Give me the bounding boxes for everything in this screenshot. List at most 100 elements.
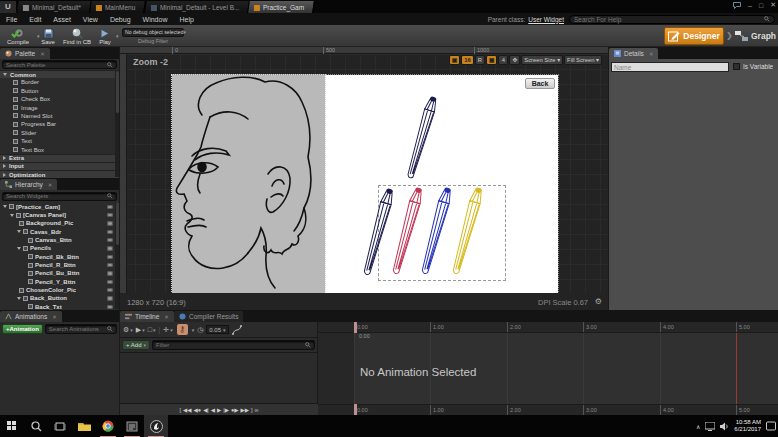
visibility-eye-icon[interactable]	[107, 246, 113, 251]
snap-clock-icon[interactable]: ◷	[197, 326, 203, 334]
animations-search-input[interactable]: Search Animations	[45, 324, 117, 334]
tab-hierarchy[interactable]: Hierarchy✕	[0, 179, 57, 190]
close-icon[interactable]: ✕	[164, 314, 169, 320]
curve-editor-icon[interactable]	[232, 325, 242, 335]
close-icon[interactable]: ✕	[649, 51, 654, 57]
obs-button[interactable]	[120, 415, 144, 437]
close-button[interactable]: ✕	[770, 1, 776, 9]
network-icon[interactable]	[705, 422, 715, 431]
tab-palette[interactable]: Palette✕	[0, 48, 50, 59]
feedback-icon[interactable]	[733, 2, 741, 9]
visibility-eye-icon[interactable]	[107, 230, 113, 235]
playback-options-icon[interactable]: ▶▾	[136, 326, 145, 334]
menu-file[interactable]: File	[0, 16, 23, 23]
palette-item[interactable]: Text	[0, 137, 119, 145]
window-tab-1[interactable]: MainMenu	[90, 1, 146, 13]
hierarchy-row[interactable]: Pencil_Bu_Bttn	[0, 269, 119, 277]
move-tool-button[interactable]: ✥	[509, 55, 520, 65]
taskbar-clock[interactable]: 10:58 AM6/21/2017	[734, 419, 761, 433]
snap-interval-dropdown[interactable]: 0.05▾	[206, 325, 228, 334]
playhead-marker[interactable]	[354, 404, 357, 415]
minimize-button[interactable]: –	[748, 2, 752, 9]
palette-item[interactable]: Check Box	[0, 95, 119, 103]
visibility-eye-icon[interactable]	[107, 305, 113, 310]
debug-object-dropdown[interactable]: No debug object selected▾	[122, 28, 184, 37]
menu-edit[interactable]: Edit	[23, 16, 47, 23]
hierarchy-row[interactable]: Back_Button	[0, 294, 119, 302]
menu-asset[interactable]: Asset	[47, 16, 77, 23]
widget-canvas[interactable]: Back .pline{stroke:currentColor;fill:non…	[172, 75, 558, 293]
track-filter-input[interactable]: Filter	[152, 340, 315, 350]
close-icon[interactable]: ✕	[48, 182, 53, 188]
palette-item[interactable]: Slider	[0, 129, 119, 137]
hierarchy-row[interactable]: Pencil_R_Bttn	[0, 261, 119, 269]
parent-class-value[interactable]: User Widget	[528, 16, 564, 23]
anchor-button[interactable]: ▣	[449, 55, 460, 65]
screen-size-dropdown[interactable]: Screen Size ▾	[521, 55, 563, 65]
auto-key-button[interactable]: ⚷	[176, 323, 189, 336]
maximize-button[interactable]: □	[759, 2, 763, 9]
palette-section-input[interactable]: Input	[0, 162, 119, 170]
unreal-editor-button[interactable]	[144, 415, 168, 437]
close-icon[interactable]: ✕	[52, 314, 57, 320]
playback-controls[interactable]: [◀◀◀●◀|◀▶|▶●▶▶▶]∞	[120, 403, 318, 415]
help-search-input[interactable]: Search For Help	[569, 15, 775, 25]
palette-item[interactable]: Border	[0, 78, 119, 86]
file-explorer-button[interactable]	[72, 415, 96, 437]
notifications-icon[interactable]	[766, 421, 776, 431]
palette-item[interactable]: Button	[0, 87, 119, 95]
window-tab-3[interactable]: Practice_Gam	[248, 1, 315, 13]
tray-chevron-icon[interactable]: ∧	[696, 423, 700, 430]
add-animation-button[interactable]: +Animation	[2, 324, 43, 334]
visibility-eye-icon[interactable]	[107, 221, 113, 226]
play-options-dropdown[interactable]: ▾	[116, 33, 119, 39]
window-tab-2[interactable]: Minimal_Default - Level B...	[145, 1, 250, 13]
hierarchy-row[interactable]: [Practice_Gam]	[0, 203, 119, 211]
hierarchy-row[interactable]: Back_Txt	[0, 303, 119, 310]
palette-scrollbar[interactable]	[115, 71, 119, 177]
sequencer-options-icon[interactable]: ⚙▾	[123, 326, 133, 334]
compile-button[interactable]: Compile	[2, 27, 34, 45]
menu-help[interactable]: Help	[173, 16, 199, 23]
visibility-eye-icon[interactable]	[107, 280, 113, 285]
timeline-ruler-bottom[interactable]: 0.001.002.003.004.005.00	[318, 404, 778, 415]
visibility-eye-icon[interactable]	[107, 213, 113, 218]
name-input[interactable]: Name	[611, 62, 729, 73]
menu-view[interactable]: View	[77, 16, 104, 23]
snap-value-button[interactable]: 4	[498, 55, 508, 65]
menu-window[interactable]: Window	[137, 16, 174, 23]
palette-item[interactable]: Named Slot	[0, 112, 119, 120]
hierarchy-row[interactable]: Pencil_Y_Bttn	[0, 278, 119, 286]
window-tab-0[interactable]: Minimal_Default*	[17, 1, 92, 13]
designer-viewport[interactable]: 05001000 Zoom -2 ▣ 16 R ▦ 4 ✥ Screen Siz…	[120, 47, 608, 310]
hierarchy-row[interactable]: ChosenColor_Pic	[0, 286, 119, 294]
volume-icon[interactable]	[720, 422, 729, 431]
playhead-marker[interactable]	[354, 322, 357, 333]
graph-mode-button[interactable]: Graph	[733, 27, 778, 45]
hierarchy-row[interactable]: Pencil_Bk_Bttn	[0, 253, 119, 261]
rotation-button[interactable]: R	[475, 55, 485, 65]
chrome-button[interactable]	[96, 415, 120, 437]
start-button[interactable]	[0, 415, 24, 437]
is-variable-checkbox[interactable]	[733, 63, 740, 70]
hierarchy-search-input[interactable]: Search Widgets	[2, 192, 117, 202]
hierarchy-row[interactable]: Canvas_Bttn	[0, 236, 119, 244]
visibility-eye-icon[interactable]	[107, 288, 113, 293]
hierarchy-scrollbar[interactable]	[115, 202, 119, 309]
tab-animations[interactable]: Animations✕	[0, 311, 62, 322]
grid-snap-button[interactable]: 16	[461, 55, 473, 65]
range-options-icon[interactable]: □▾	[148, 326, 156, 333]
visibility-eye-icon[interactable]	[107, 271, 113, 276]
taskbar-search-button[interactable]	[24, 415, 48, 437]
gear-icon[interactable]: ⚙	[595, 297, 602, 306]
fill-screen-dropdown[interactable]: Fill Screen ▾	[564, 55, 602, 65]
timeline-ruler-top[interactable]: 0.001.002.003.004.005.00	[318, 322, 778, 333]
visibility-eye-icon[interactable]	[107, 263, 113, 268]
scale-snap-button[interactable]: ▦	[486, 55, 497, 65]
timeline-grid[interactable]: 0.001.002.003.004.005.00 0.001.002.003.0…	[318, 322, 778, 415]
palette-item[interactable]: Text Box	[0, 145, 119, 153]
visibility-eye-icon[interactable]	[107, 296, 113, 301]
palette-section-extra[interactable]: Extra	[0, 154, 119, 162]
camera-options-icon[interactable]: ✛▾	[163, 326, 172, 334]
tab-compiler-results[interactable]: Compiler Results	[174, 311, 244, 322]
